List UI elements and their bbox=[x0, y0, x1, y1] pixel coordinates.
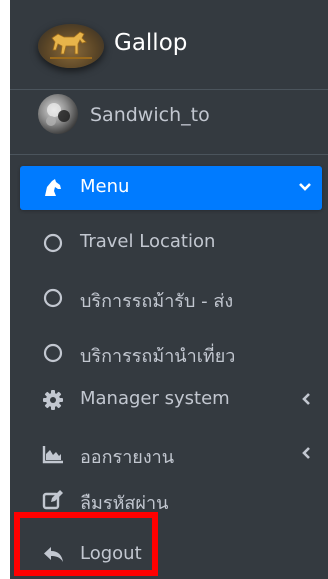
horse-head-icon bbox=[45, 179, 61, 196]
avatar bbox=[38, 94, 78, 134]
chevron-left-icon bbox=[302, 447, 310, 459]
screen: Gallop Sandwich_to Menu Travel Location … bbox=[0, 0, 328, 579]
nav-label: บริการรถม้านำเที่ยว bbox=[80, 346, 236, 367]
nav-item-reports[interactable]: ออกรายงาน bbox=[10, 432, 328, 476]
user-name: Sandwich_to bbox=[90, 104, 210, 126]
edit-icon bbox=[42, 490, 63, 510]
nav-label: Menu bbox=[80, 176, 130, 197]
circle-outline-icon bbox=[43, 233, 63, 253]
area-chart-icon bbox=[42, 446, 63, 464]
nav-item-tour-service[interactable]: บริการรถม้านำเที่ยว bbox=[10, 331, 328, 375]
brand-logo-horse-icon bbox=[38, 24, 104, 68]
nav-item-menu[interactable]: Menu bbox=[20, 166, 322, 210]
chevron-left-icon bbox=[302, 393, 310, 405]
nav-item-travel-location[interactable]: Travel Location bbox=[10, 221, 328, 265]
brand-link[interactable]: Gallop bbox=[10, 0, 328, 90]
nav-label: ออกรายงาน bbox=[80, 447, 175, 468]
nav-label: Manager system bbox=[80, 388, 230, 409]
sidebar: Gallop Sandwich_to Menu Travel Location … bbox=[10, 0, 328, 579]
logout-highlight-box bbox=[14, 512, 158, 576]
nav-item-manager-system[interactable]: Manager system bbox=[10, 378, 328, 422]
brand-name: Gallop bbox=[114, 30, 188, 56]
circle-outline-icon bbox=[43, 288, 63, 308]
nav-label: Travel Location bbox=[80, 231, 216, 252]
nav-item-transfer-service[interactable]: บริการรถม้ารับ - ส่ง bbox=[10, 276, 328, 320]
user-panel[interactable]: Sandwich_to bbox=[10, 90, 328, 155]
chevron-down-icon bbox=[299, 183, 311, 191]
gear-icon bbox=[43, 390, 63, 410]
nav-label: บริการรถม้ารับ - ส่ง bbox=[80, 291, 234, 312]
circle-outline-icon bbox=[43, 343, 63, 363]
